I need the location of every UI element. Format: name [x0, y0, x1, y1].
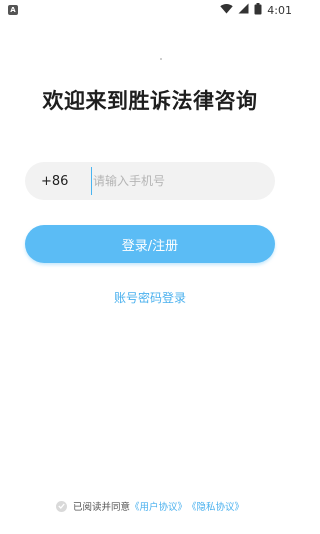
decorative-dot [160, 58, 162, 60]
country-code[interactable]: +86 [41, 174, 75, 189]
agreement-row: 已阅读并同意 《用户协议》 《隐私协议》 [0, 499, 300, 513]
privacy-agreement-link[interactable]: 《隐私协议》 [187, 499, 244, 513]
status-bar: A 4:01 [0, 0, 300, 20]
login-register-button[interactable]: 登录/注册 [25, 225, 275, 263]
agreement-checkbox[interactable] [55, 500, 67, 512]
phone-input[interactable] [91, 167, 275, 195]
status-right: 4:01 [220, 2, 292, 18]
signal-icon [238, 3, 249, 17]
check-icon [58, 503, 65, 509]
battery-icon [254, 2, 262, 18]
wifi-icon [220, 3, 233, 17]
phone-input-group: +86 [25, 162, 275, 200]
status-time: 4:01 [267, 3, 292, 17]
user-agreement-link[interactable]: 《用户协议》 [130, 499, 187, 513]
status-left: A [8, 5, 18, 15]
app-notification-icon: A [8, 5, 18, 15]
page-title: 欢迎来到胜诉法律咨询 [42, 89, 258, 113]
agreement-prefix: 已阅读并同意 [72, 502, 130, 513]
account-password-login-link[interactable]: 账号密码登录 [0, 289, 300, 306]
